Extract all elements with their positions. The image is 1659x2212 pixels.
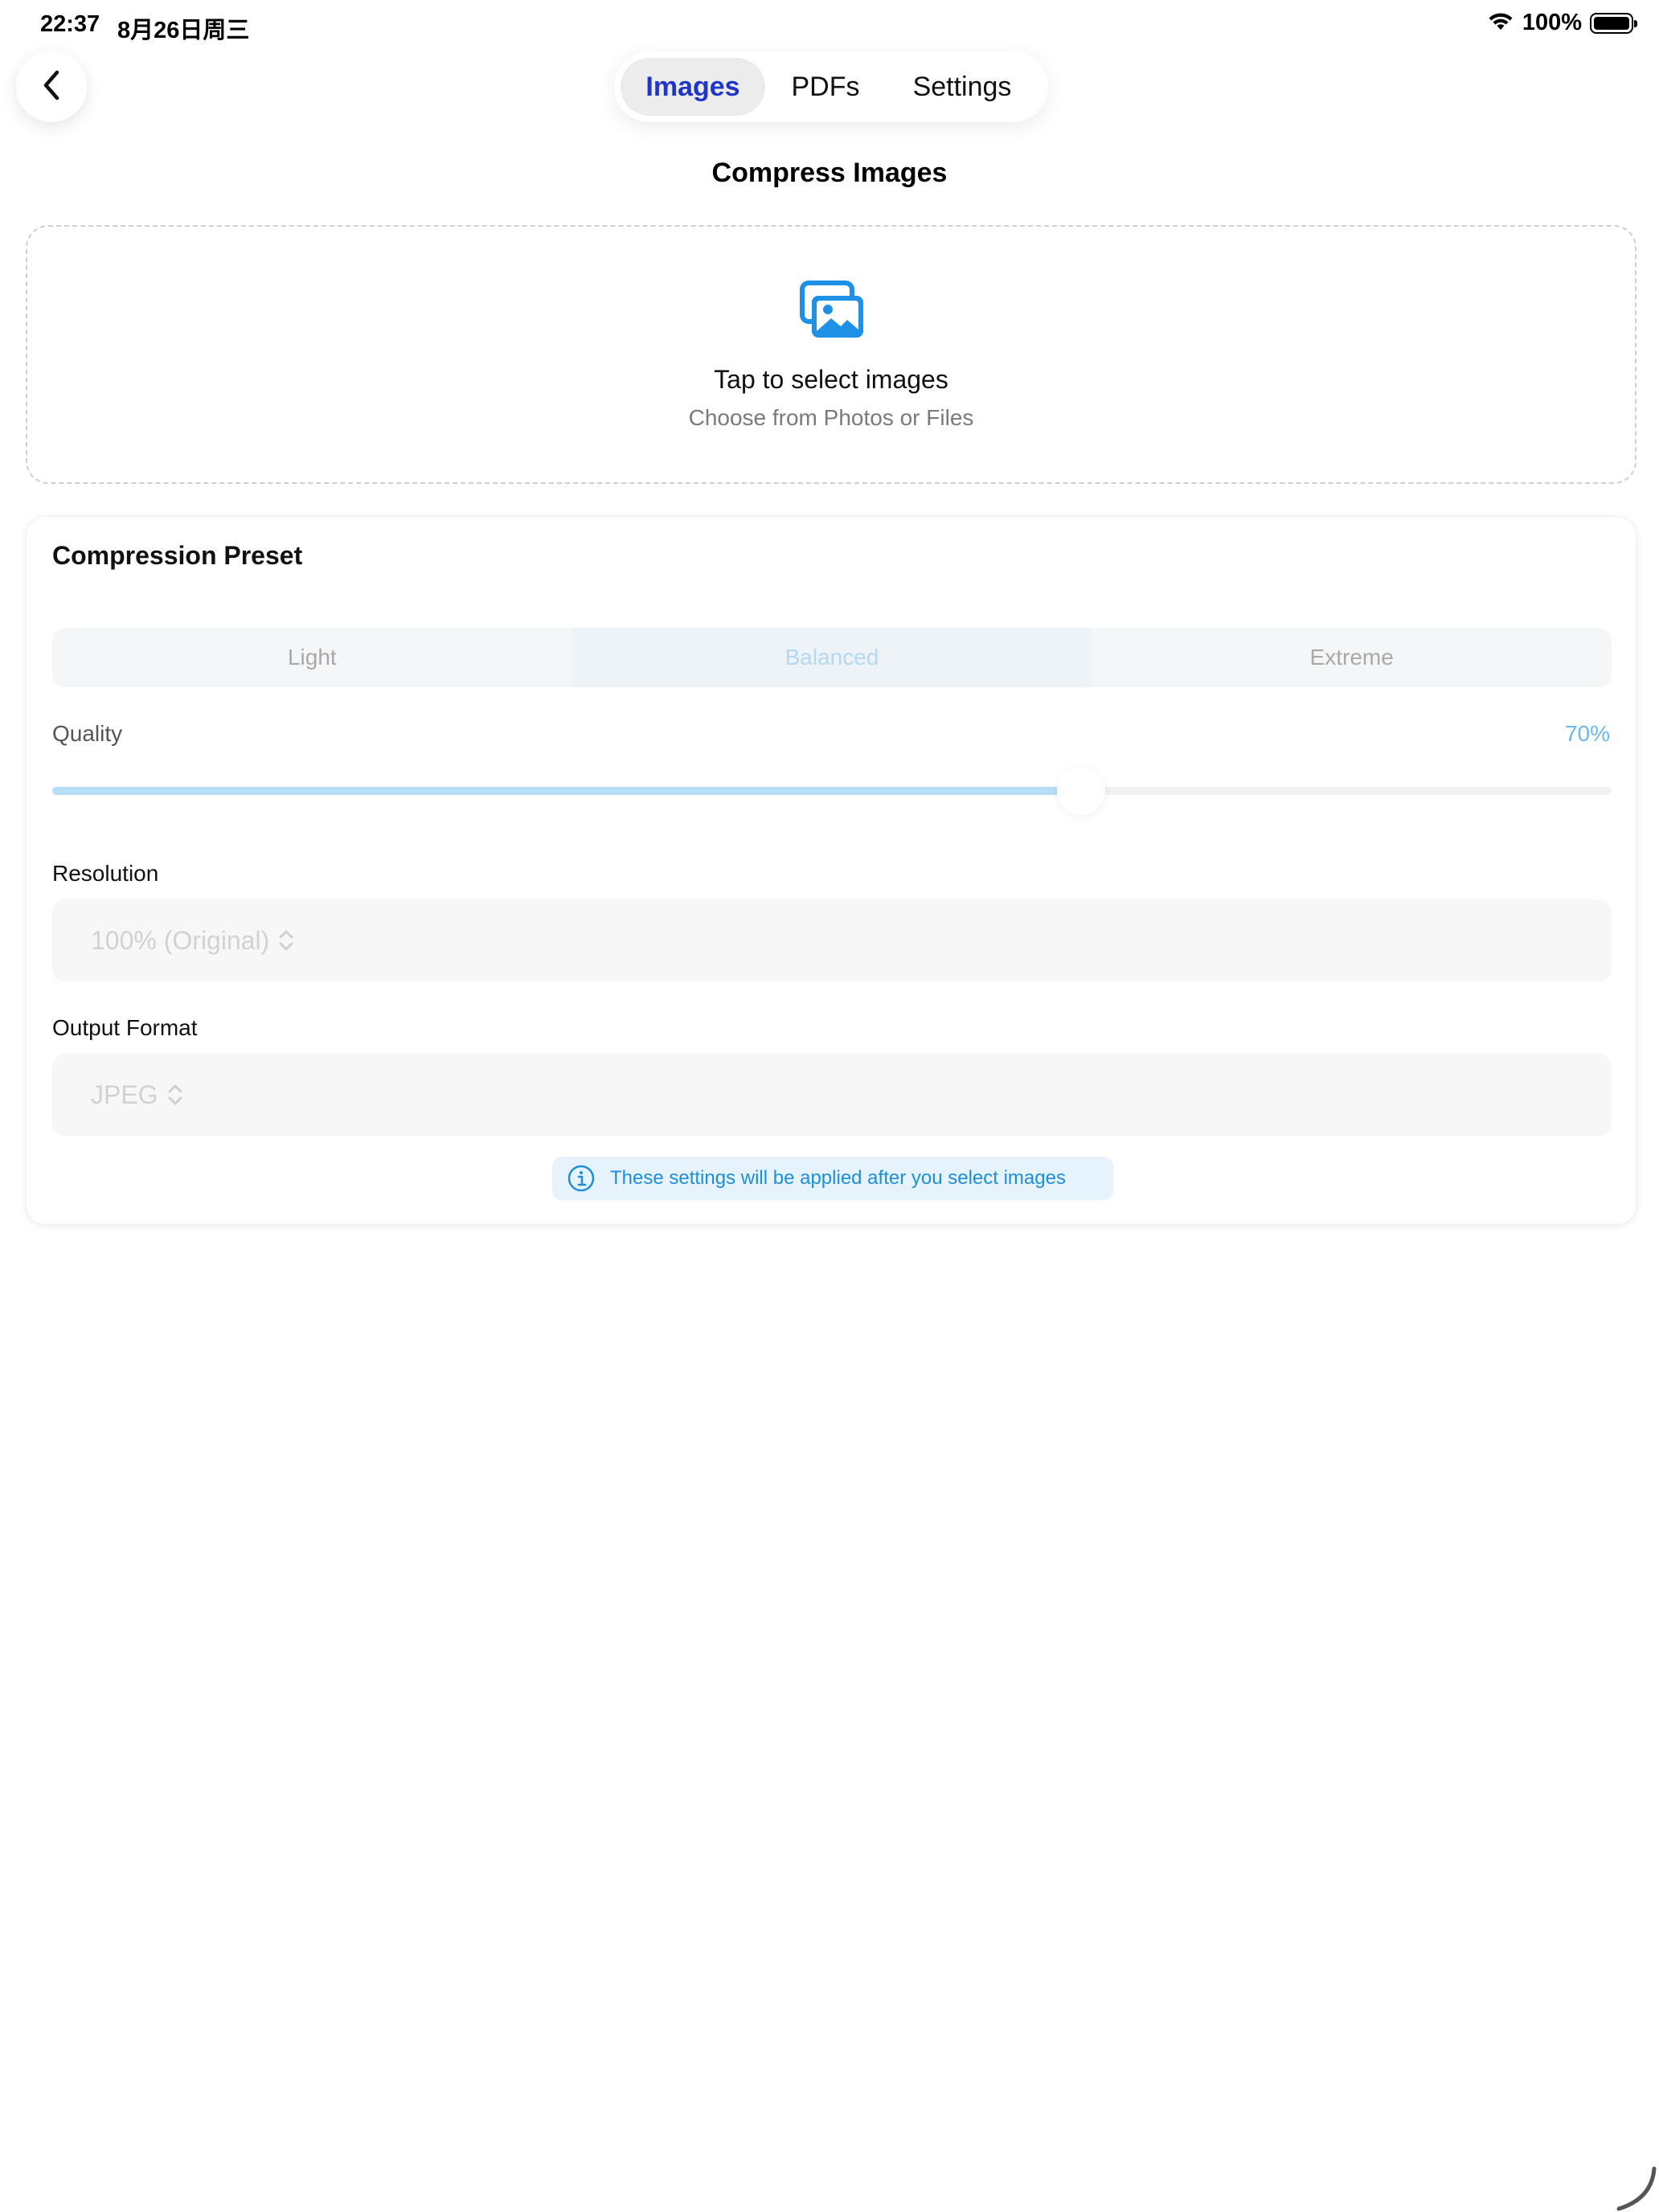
settings-info-notice: These settings will be applied after you…: [552, 1157, 1113, 1200]
battery-icon: [1590, 12, 1637, 34]
chevron-left-icon: [39, 69, 63, 105]
page-title: Compress Images: [711, 158, 948, 188]
output-format-label: Output Format: [52, 1015, 198, 1040]
resolution-value: 100% (Original): [91, 925, 270, 955]
resolution-select[interactable]: 100% (Original): [52, 899, 1612, 981]
wifi-icon: [1487, 10, 1514, 35]
tab-settings[interactable]: Settings: [886, 58, 1038, 116]
status-bar: 22:37 8月26日周三 100%: [0, 0, 1659, 51]
preset-segmented-control: Light Balanced Extreme: [52, 628, 1612, 687]
photo-stack-icon: [799, 280, 866, 341]
tab-images[interactable]: Images: [621, 58, 765, 116]
output-format-value: JPEG: [91, 1079, 158, 1109]
preset-extreme[interactable]: Extreme: [1092, 628, 1612, 687]
compression-settings-card: Compression Preset Light Balanced Extrem…: [26, 516, 1636, 1225]
settings-info-text: These settings will be applied after you…: [610, 1167, 1066, 1189]
compress-images-screen: 22:37 8月26日周三 100% Images PDFs Settings …: [0, 0, 1659, 2212]
status-indicators: 100%: [1487, 10, 1637, 36]
quality-value: 70%: [1564, 721, 1610, 746]
compression-preset-heading: Compression Preset: [52, 541, 303, 570]
drop-zone-subtitle: Choose from Photos or Files: [688, 405, 974, 430]
chevron-up-down-icon: [277, 928, 295, 953]
status-date: 8月26日周三: [117, 18, 250, 43]
tab-bar: Images PDFs Settings: [614, 51, 1048, 122]
status-time: 22:37: [40, 11, 100, 37]
quality-label: Quality: [52, 721, 123, 746]
drop-zone-title: Tap to select images: [714, 365, 948, 394]
preset-light[interactable]: Light: [52, 628, 572, 687]
battery-percentage: 100%: [1522, 10, 1582, 35]
chevron-up-down-icon: [166, 1082, 184, 1108]
quality-slider[interactable]: [52, 767, 1612, 815]
corner-swipe-indicator: [1616, 2165, 1659, 2212]
image-drop-zone[interactable]: Tap to select images Choose from Photos …: [26, 225, 1636, 484]
tab-pdfs[interactable]: PDFs: [765, 58, 886, 116]
output-format-select[interactable]: JPEG: [52, 1054, 1612, 1136]
quality-slider-fill: [52, 787, 1082, 795]
resolution-label: Resolution: [52, 861, 159, 886]
info-icon: [567, 1164, 596, 1193]
preset-balanced[interactable]: Balanced: [571, 628, 1092, 687]
back-button[interactable]: [16, 51, 87, 122]
quality-slider-thumb[interactable]: [1057, 767, 1106, 815]
